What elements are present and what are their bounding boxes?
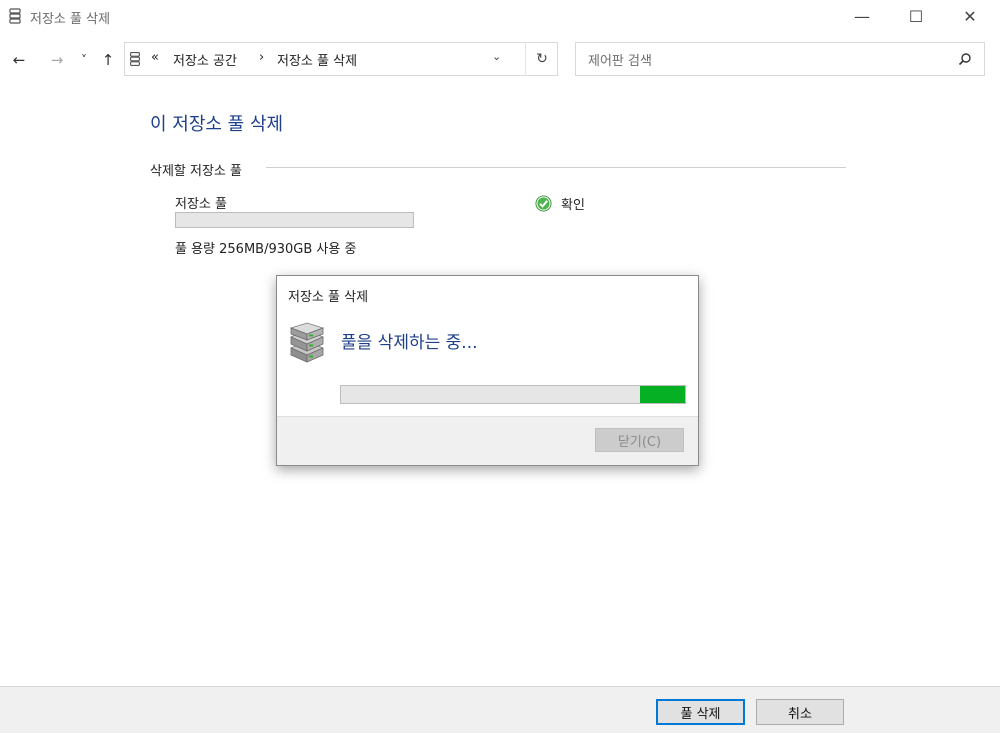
forward-button[interactable]: → bbox=[47, 50, 67, 70]
up-arrow-icon: ↑ bbox=[101, 51, 115, 69]
dialog-heading: 풀을 삭제하는 중... bbox=[341, 333, 478, 353]
footer-bar bbox=[0, 686, 1000, 733]
breadcrumb-separator[interactable]: › bbox=[259, 50, 264, 65]
delete-pool-button[interactable]: 풀 삭제 bbox=[656, 699, 745, 725]
cancel-button[interactable]: 취소 bbox=[756, 699, 844, 725]
maximize-button[interactable]: ☐ bbox=[893, 0, 939, 33]
breadcrumb-item[interactable]: 저장소 공간 bbox=[173, 50, 237, 69]
recent-locations-button[interactable]: ˅ bbox=[78, 50, 90, 70]
minimize-icon: — bbox=[854, 7, 870, 26]
page-title: 이 저장소 풀 삭제 bbox=[150, 114, 284, 135]
minimize-button[interactable]: — bbox=[839, 0, 885, 33]
check-circle-icon bbox=[535, 195, 552, 212]
breadcrumb-item[interactable]: 저장소 풀 삭제 bbox=[277, 50, 357, 69]
storage-pool-icon bbox=[9, 8, 21, 24]
forward-arrow-icon: → bbox=[50, 51, 64, 69]
refresh-icon: ↻ bbox=[536, 51, 548, 67]
up-button[interactable]: ↑ bbox=[99, 50, 117, 70]
pool-capacity: 풀 용량 256MB/930GB 사용 중 bbox=[175, 242, 357, 257]
hard-drives-icon bbox=[289, 322, 325, 363]
dialog-title: 저장소 풀 삭제 bbox=[288, 290, 369, 305]
storage-pool-icon bbox=[130, 52, 140, 66]
close-window-button[interactable]: ✕ bbox=[947, 0, 993, 33]
chevron-down-icon: ⌄ bbox=[492, 50, 502, 63]
back-button[interactable]: ← bbox=[9, 50, 29, 70]
search-placeholder: 제어판 검색 bbox=[588, 54, 652, 69]
maximize-icon: ☐ bbox=[908, 7, 924, 26]
search-icon[interactable] bbox=[958, 52, 972, 66]
refresh-button[interactable]: ↻ bbox=[525, 42, 558, 76]
group-label: 삭제할 저장소 풀 bbox=[150, 164, 242, 179]
pool-usage-bar bbox=[175, 212, 414, 228]
close-icon: ✕ bbox=[963, 7, 977, 26]
progress-fill bbox=[640, 386, 685, 403]
delete-progress-bar bbox=[340, 385, 686, 404]
back-arrow-icon: ← bbox=[12, 51, 26, 69]
status-text: 확인 bbox=[561, 198, 585, 213]
pool-name: 저장소 풀 bbox=[175, 197, 227, 212]
group-divider bbox=[266, 167, 846, 168]
dialog-close-button[interactable]: 닫기(C) bbox=[595, 428, 684, 452]
chevron-down-icon: ˅ bbox=[81, 53, 87, 67]
breadcrumb-overflow[interactable]: « bbox=[151, 50, 159, 65]
window-title: 저장소 풀 삭제 bbox=[30, 12, 111, 27]
address-dropdown-button[interactable]: ⌄ bbox=[492, 50, 501, 63]
